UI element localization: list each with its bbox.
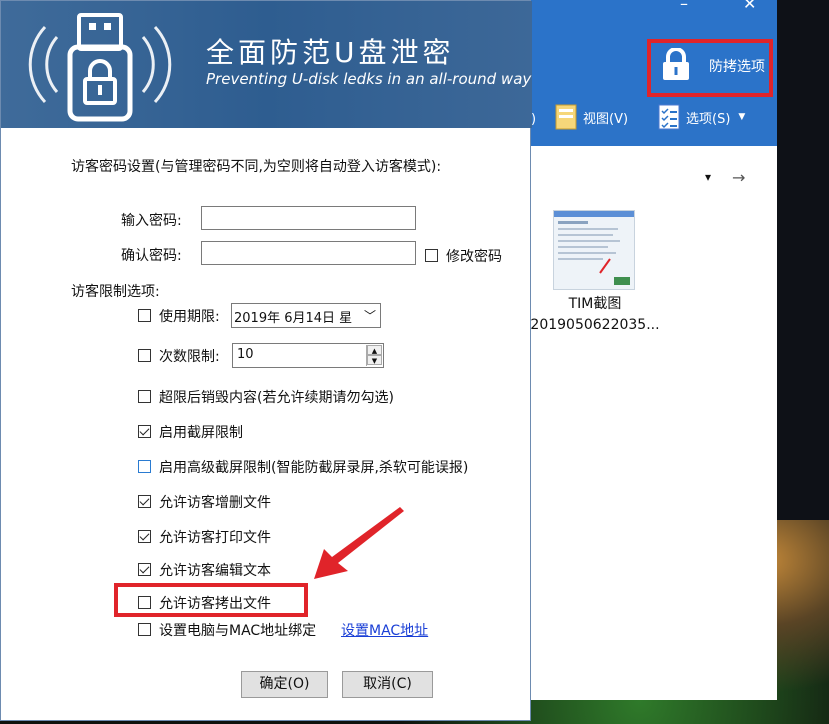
set-mac-address-link[interactable]: 设置MAC地址: [341, 620, 428, 640]
advanced-screenshot-checkbox[interactable]: [138, 460, 151, 473]
confirm-password-input[interactable]: [201, 241, 416, 265]
usage-date-value: 2019年 6月14日 星: [234, 311, 353, 326]
dropdown-icon[interactable]: ▾: [705, 170, 711, 184]
view-menu-label: 视图(V): [583, 111, 629, 127]
destroy-on-limit-checkbox[interactable]: [138, 390, 151, 403]
close-button[interactable]: ✕: [743, 0, 756, 13]
minimize-button[interactable]: –: [680, 0, 688, 13]
dialog-banner: 全面防范U盘泄密 Preventing U-disk ledks in an a…: [1, 1, 532, 128]
screenshot-limit-label: 启用截屏限制: [159, 425, 243, 441]
lock-icon[interactable]: [660, 48, 692, 82]
file-label[interactable]: TIM截图 2019050622035...: [520, 294, 670, 336]
file-name-line1: TIM截图: [568, 296, 622, 312]
chevron-down-icon: ﹀: [363, 309, 376, 323]
usb-lock-icon: [28, 13, 172, 122]
advanced-screenshot-label: 启用高级截屏限制(智能防截屏录屏,杀软可能误报): [159, 460, 469, 476]
file-name-line2: 2019050622035...: [530, 317, 660, 333]
usage-period-checkbox[interactable]: [138, 309, 151, 322]
explorer-window: – ✕ ) 视图(V) 选项(S) ▼ ▾ → TIM截图 2019050622…: [500, 0, 777, 700]
file-thumbnail[interactable]: [553, 210, 635, 290]
modify-password-checkbox[interactable]: [425, 249, 438, 262]
view-icon: [555, 104, 577, 130]
password-input[interactable]: [201, 206, 416, 230]
options-icon: [658, 104, 680, 130]
copy-protection-options-label[interactable]: 防拷选项: [709, 56, 765, 76]
spin-up-icon[interactable]: ▲: [367, 345, 382, 355]
limits-heading: 访客限制选项:: [71, 284, 160, 300]
banner-title: 全面防范U盘泄密: [206, 36, 455, 69]
destroy-on-limit-label: 超限后销毁内容(若允许续期请勿勾选): [159, 390, 394, 406]
allow-copy-out-highlight: [114, 583, 308, 617]
confirm-password-label: 确认密码:: [121, 248, 182, 264]
mac-binding-label: 设置电脑与MAC地址绑定: [159, 623, 317, 639]
allow-edit-label: 允许访客编辑文本: [159, 563, 271, 579]
password-label: 输入密码:: [121, 213, 182, 229]
forward-arrow-icon[interactable]: →: [732, 168, 745, 187]
count-limit-checkbox[interactable]: [138, 349, 151, 362]
screenshot-thumbnail-icon: [554, 211, 634, 285]
explorer-toolbar: ) 视图(V) 选项(S) ▼: [500, 100, 777, 146]
view-menu[interactable]: 视图(V): [555, 104, 628, 130]
options-menu[interactable]: 选项(S) ▼: [658, 104, 745, 130]
nav-row: ▾ →: [500, 160, 777, 200]
screenshot-limit-checkbox[interactable]: [138, 425, 151, 438]
cancel-button[interactable]: 取消(C): [342, 671, 433, 698]
count-limit-value: 10: [237, 347, 254, 362]
options-menu-label: 选项(S): [686, 111, 731, 127]
password-section-heading: 访客密码设置(与管理密码不同,为空则将自动登入访客模式):: [71, 159, 442, 175]
usage-date-picker[interactable]: 2019年 6月14日 星 ﹀: [231, 303, 381, 328]
usage-period-label: 使用期限:: [159, 309, 220, 325]
allow-add-delete-label: 允许访客增删文件: [159, 495, 271, 511]
spin-down-icon[interactable]: ▼: [367, 355, 382, 365]
guest-settings-dialog: 全面防范U盘泄密 Preventing U-disk ledks in an a…: [0, 0, 532, 721]
allow-print-checkbox[interactable]: [138, 530, 151, 543]
count-limit-stepper[interactable]: 10 ▲ ▼: [232, 343, 384, 368]
allow-edit-checkbox[interactable]: [138, 563, 151, 576]
annotation-arrow-icon: [314, 507, 404, 579]
count-limit-label: 次数限制:: [159, 349, 220, 365]
mac-binding-checkbox[interactable]: [138, 623, 151, 636]
allow-add-delete-checkbox[interactable]: [138, 495, 151, 508]
allow-print-label: 允许访客打印文件: [159, 530, 271, 546]
desktop-strip: [777, 0, 829, 520]
chevron-down-icon: ▼: [738, 112, 746, 122]
spinner: ▲ ▼: [366, 345, 382, 366]
modify-password-label: 修改密码: [446, 249, 502, 265]
ok-button[interactable]: 确定(O): [241, 671, 328, 698]
banner-subtitle: Preventing U-disk ledks in an all-round …: [206, 70, 532, 88]
